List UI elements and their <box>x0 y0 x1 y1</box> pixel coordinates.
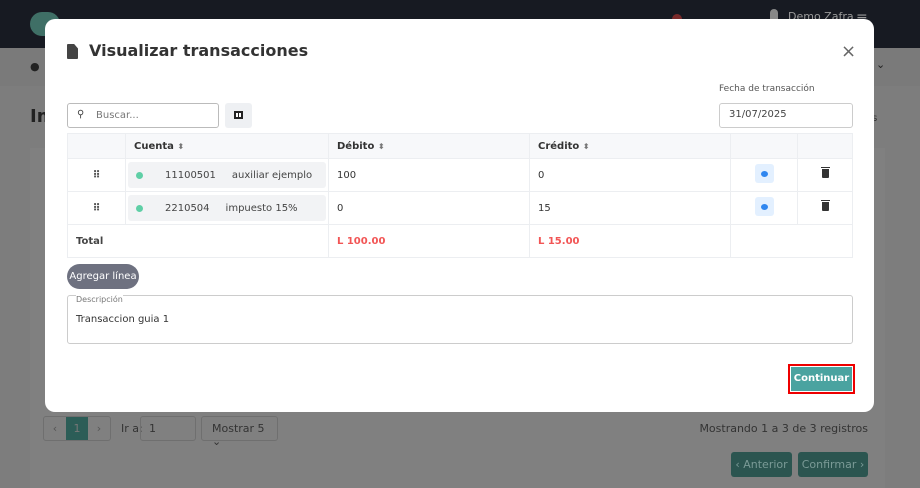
total-label: Total <box>67 224 329 258</box>
description-textarea[interactable]: Descripción Transaccion guia 1 <box>67 295 853 344</box>
drag-handle-icon[interactable]: ⠿ <box>67 158 126 192</box>
next-page-button[interactable]: › <box>88 417 110 440</box>
document-icon <box>67 44 78 59</box>
pagination: ‹ 1 › <box>43 416 111 441</box>
credit-cell[interactable]: 15 <box>529 191 731 225</box>
date-input[interactable]: 31/07/2025 <box>719 103 853 128</box>
total-empty <box>730 224 853 258</box>
account-name: auxiliar ejemplo <box>231 169 313 181</box>
debit-cell[interactable]: 0 <box>328 191 530 225</box>
drag-column-header <box>67 133 126 159</box>
trash-icon <box>820 200 830 211</box>
description-value: Transaccion guia 1 <box>76 314 170 325</box>
page-size-select[interactable]: Mostrar 5 ⌄ <box>201 416 278 448</box>
sort-icon: ⬍ <box>582 141 590 151</box>
account-cell[interactable]: 11100501 auxiliar ejemplo <box>125 158 329 192</box>
total-debit: L 100.00 <box>328 224 530 258</box>
chevron-down-icon[interactable]: ⌄ <box>876 58 885 71</box>
account-name: impuesto 15% <box>225 202 298 214</box>
confirm-button[interactable]: Confirmar › <box>798 452 868 477</box>
add-line-button[interactable]: Agregar línea <box>67 264 139 289</box>
table-row: ⠿ 11100501 auxiliar ejemplo 100 0 <box>67 158 853 192</box>
close-icon[interactable]: × <box>841 41 856 62</box>
transactions-table: Cuenta ⬍ Débito ⬍ Crédito ⬍ ⠿ 11100501 au… <box>67 133 853 258</box>
search-input[interactable]: ⚲ Buscar... <box>67 103 219 128</box>
debit-cell[interactable]: 100 <box>328 158 530 192</box>
columns-icon <box>234 111 243 119</box>
total-credit: L 15.00 <box>529 224 731 258</box>
records-summary: Mostrando 1 a 3 de 3 registros <box>699 422 868 435</box>
credit-column-header[interactable]: Crédito ⬍ <box>529 133 731 159</box>
search-placeholder: Buscar... <box>96 110 139 121</box>
table-row: ⠿ 2210504 impuesto 15% 0 15 <box>67 191 853 225</box>
comment-button[interactable] <box>730 191 798 225</box>
continue-button[interactable]: Continuar <box>791 367 852 391</box>
sort-icon: ⬍ <box>377 141 385 151</box>
chat-icon <box>754 197 774 216</box>
sort-icon: ⬍ <box>177 141 185 151</box>
account-code: 2210504 <box>165 202 210 214</box>
modal-title: Visualizar transacciones <box>89 41 309 60</box>
comment-column-header <box>730 133 798 159</box>
debit-column-header[interactable]: Débito ⬍ <box>328 133 530 159</box>
status-dot <box>136 171 143 179</box>
delete-button[interactable] <box>797 191 853 225</box>
drag-handle-icon[interactable]: ⠿ <box>67 191 126 225</box>
goto-input[interactable]: 1 <box>140 416 196 441</box>
description-label: Descripción <box>76 295 123 304</box>
account-column-header[interactable]: Cuenta ⬍ <box>125 133 329 159</box>
account-code: 11100501 <box>165 169 216 181</box>
columns-toggle-button[interactable] <box>225 103 252 128</box>
transactions-modal: Visualizar transacciones × Fecha de tran… <box>45 19 874 412</box>
date-label: Fecha de transacción <box>719 84 815 94</box>
delete-button[interactable] <box>797 158 853 192</box>
table-header: Cuenta ⬍ Débito ⬍ Crédito ⬍ <box>67 133 853 159</box>
account-cell[interactable]: 2210504 impuesto 15% <box>125 191 329 225</box>
total-row: Total L 100.00 L 15.00 <box>67 224 853 258</box>
search-icon: ⚲ <box>77 109 85 120</box>
trash-icon <box>820 167 830 178</box>
info-icon: ● <box>30 60 40 73</box>
delete-column-header <box>797 133 853 159</box>
chat-icon <box>754 164 774 183</box>
continue-highlight: Continuar <box>788 364 855 394</box>
page-1-button[interactable]: 1 <box>66 417 88 440</box>
credit-cell[interactable]: 0 <box>529 158 731 192</box>
previous-button[interactable]: ‹ Anterior <box>731 452 792 477</box>
prev-page-button[interactable]: ‹ <box>44 417 66 440</box>
comment-button[interactable] <box>730 158 798 192</box>
status-dot <box>136 204 143 212</box>
